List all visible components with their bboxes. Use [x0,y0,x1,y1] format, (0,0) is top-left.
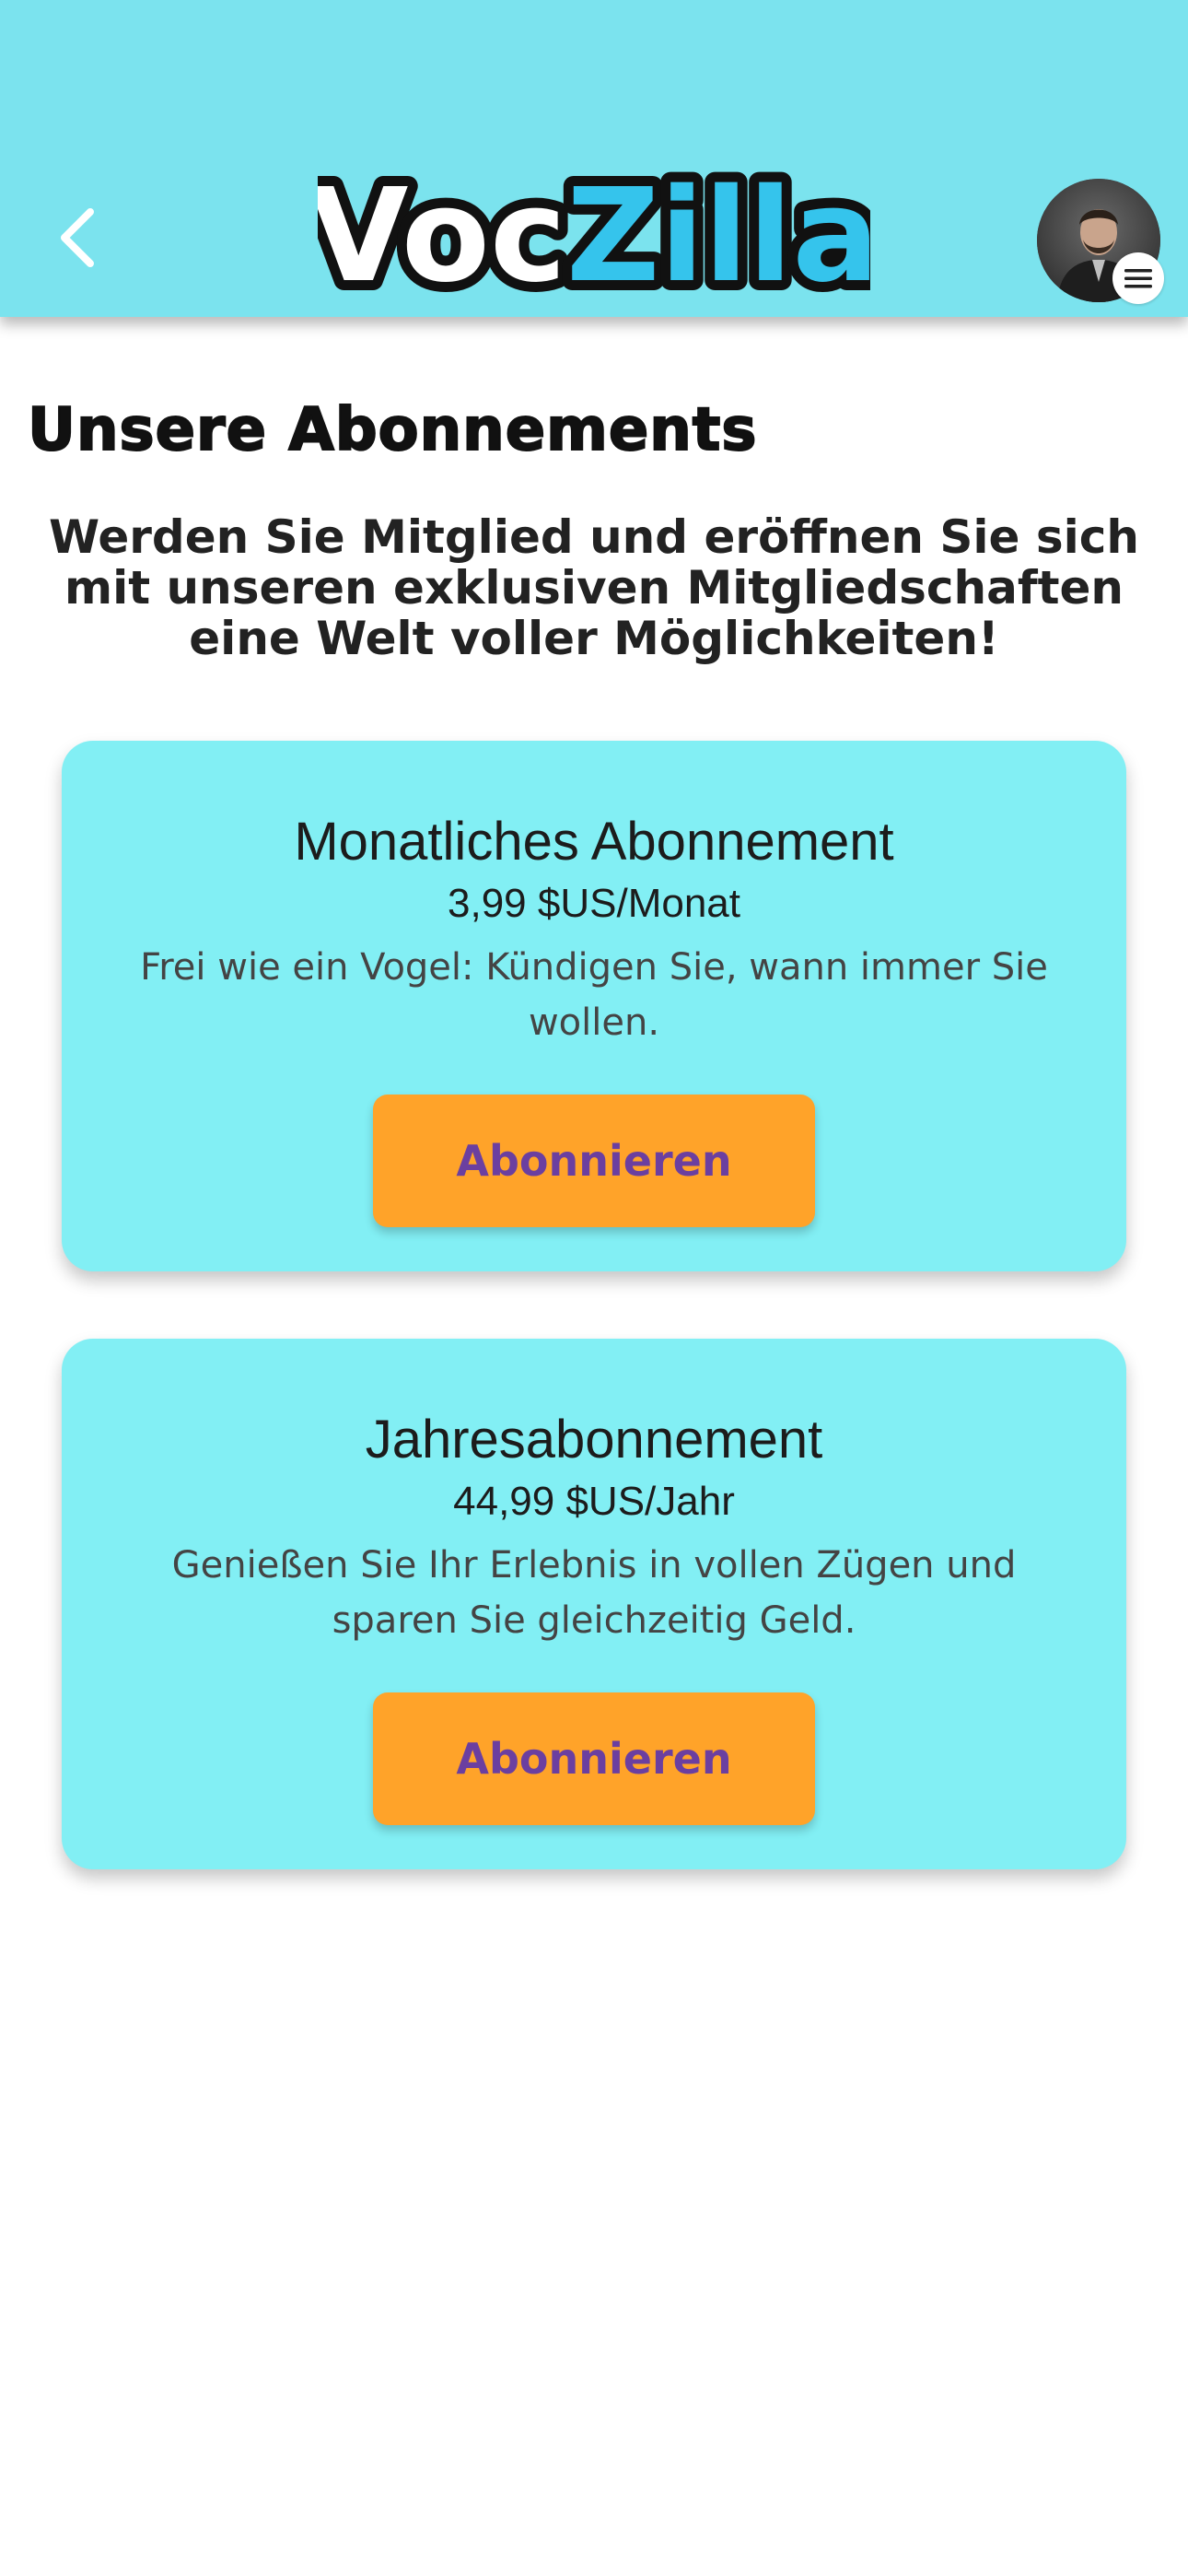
plan-name: Jahresabonnement [365,1410,823,1469]
app-header: VocZilla VocZilla [0,0,1188,322]
menu-icon [1124,269,1152,288]
plan-name: Monatliches Abonnement [294,812,894,872]
page-title: Unsere Abonnements [27,395,758,465]
menu-button[interactable] [1112,252,1164,304]
back-button[interactable] [37,190,118,286]
chevron-left-icon [61,208,94,267]
intro-text: Werden Sie Mitglied und eröffnen Sie sic… [48,510,1139,665]
logo-part-voc: Voc [318,171,566,310]
subscribe-button-yearly[interactable]: Abonnieren [373,1692,815,1825]
subscribe-button-monthly[interactable]: Abonnieren [373,1095,815,1227]
plan-price: 44,99 $US/Jahr [453,1479,735,1524]
plan-description: Frei wie ein Vogel: Kündigen Sie, wann i… [140,946,1048,1044]
logo-part-zilla: Zilla [566,171,870,310]
app-logo: VocZilla VocZilla [298,151,890,322]
plan-price: 3,99 $US/Monat [448,881,740,926]
avatar-button[interactable] [1037,179,1164,304]
plan-card-monthly: Monatliches Abonnement 3,99 $US/Monat Fr… [62,741,1126,1271]
logo-text: VocZilla [318,171,870,310]
plan-card-yearly: Jahresabonnement 44,99 $US/Jahr Genießen… [62,1339,1126,1869]
plan-description: Genießen Sie Ihr Erlebnis in vollen Züge… [171,1544,1017,1642]
